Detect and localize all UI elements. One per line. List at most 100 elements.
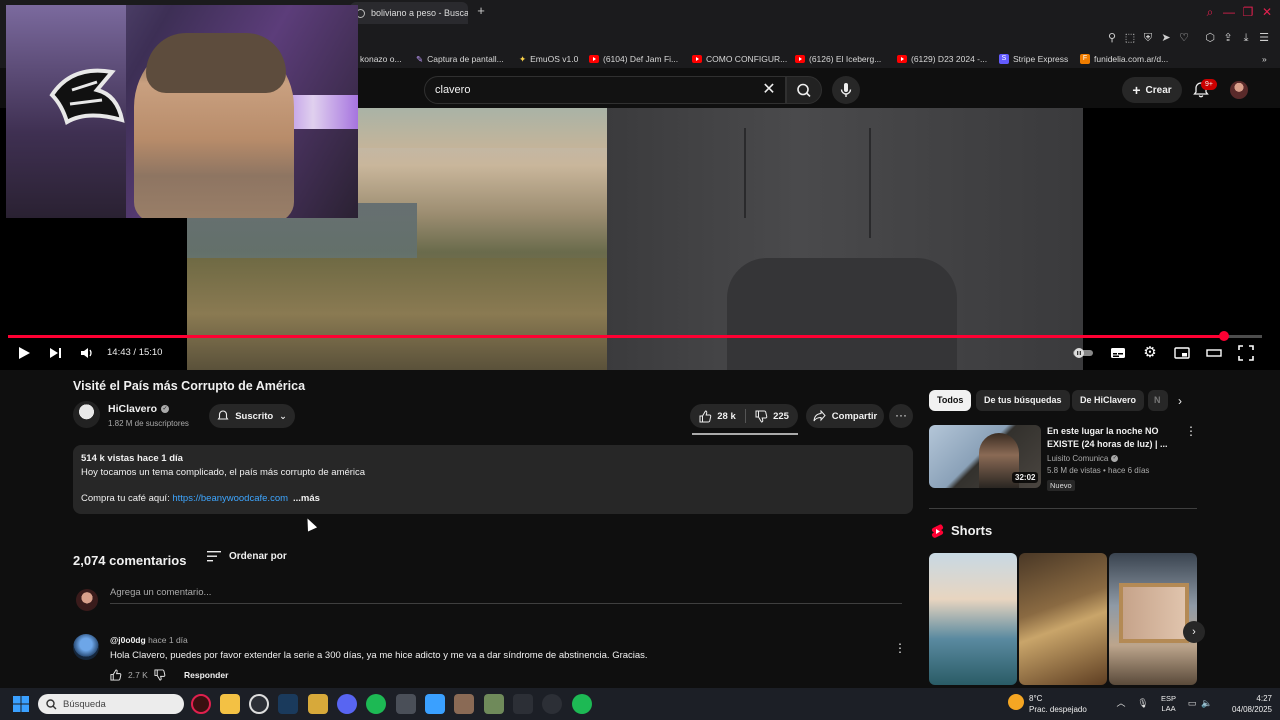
- add-comment-input[interactable]: Agrega un comentario...: [110, 586, 902, 604]
- notepad-icon[interactable]: [425, 694, 445, 714]
- microphone-icon[interactable]: 🎙: [1137, 697, 1149, 709]
- app-icon[interactable]: [513, 694, 533, 714]
- taskbar-search-input[interactable]: Búsqueda: [38, 694, 184, 714]
- like-ratio-bar: [692, 433, 798, 435]
- section-divider: [929, 508, 1197, 509]
- close-window-button[interactable]: ✕: [1260, 5, 1274, 19]
- weather-widget[interactable]: 8°C Prac. despejado: [1029, 693, 1087, 715]
- chip-all[interactable]: Todos: [929, 390, 972, 411]
- voice-search-button[interactable]: [832, 76, 860, 104]
- show-more-link[interactable]: ...más: [293, 493, 320, 504]
- bookmark-item[interactable]: COMO CONFIGUR...: [692, 52, 787, 66]
- extensions-icon[interactable]: ⬡: [1203, 31, 1217, 45]
- menu-icon[interactable]: ☰: [1257, 31, 1271, 45]
- file-explorer-icon[interactable]: [220, 694, 240, 714]
- bookmark-item[interactable]: ✎ Captura de pantall...: [416, 52, 504, 66]
- like-button[interactable]: 28 k: [690, 404, 745, 428]
- verified-icon: ✓: [161, 405, 170, 413]
- description-link[interactable]: https://beanywoodcafe.com: [172, 493, 288, 504]
- discord-icon[interactable]: [337, 694, 357, 714]
- bookmark-item[interactable]: Ffunidelia.com.ar/d...: [1080, 52, 1168, 66]
- screenshot-icon[interactable]: ⬚: [1123, 31, 1137, 45]
- app-icon[interactable]: [308, 694, 328, 714]
- video-duration: 32:02: [1012, 472, 1039, 483]
- sort-comments-button[interactable]: Ordenar por: [207, 551, 287, 562]
- bookmark-item[interactable]: (6126) El Iceberg...: [795, 52, 881, 66]
- recommended-menu-icon[interactable]: ⋮: [1184, 424, 1198, 440]
- user-avatar[interactable]: [1230, 81, 1248, 99]
- reply-button[interactable]: Responder: [184, 670, 228, 680]
- steam-icon[interactable]: [278, 694, 298, 714]
- system-clock[interactable]: 4:27 04/08/2025: [1218, 693, 1272, 715]
- app-icon[interactable]: [396, 694, 416, 714]
- comment-author[interactable]: @j0o0dg: [110, 635, 146, 645]
- maximize-button[interactable]: ❐: [1241, 5, 1255, 19]
- search-button[interactable]: [786, 76, 822, 104]
- network-icon[interactable]: ▭: [1186, 697, 1198, 709]
- progress-bar[interactable]: [8, 331, 1262, 341]
- chevron-up-icon[interactable]: ︿: [1115, 697, 1127, 709]
- notifications-badge: 9+: [1201, 79, 1217, 90]
- search-icon[interactable]: ⌕: [1203, 5, 1217, 19]
- language-indicator[interactable]: ESP LAA: [1161, 694, 1176, 714]
- thumbs-down-icon[interactable]: [154, 669, 166, 681]
- chevron-right-icon[interactable]: ›: [1183, 621, 1205, 643]
- chip-from-channel[interactable]: De HiClavero: [1072, 390, 1145, 411]
- volume-icon[interactable]: 🔈: [1201, 697, 1213, 709]
- bookmark-item[interactable]: S Stripe Express: [999, 52, 1068, 66]
- chip-from-searches[interactable]: De tus búsquedas: [976, 390, 1070, 411]
- game-icon[interactable]: [454, 694, 474, 714]
- app-icon[interactable]: [542, 694, 562, 714]
- next-icon[interactable]: [47, 345, 63, 361]
- dislike-button[interactable]: 225: [746, 404, 798, 428]
- create-button[interactable]: + Crear: [1122, 77, 1182, 103]
- short-thumbnail[interactable]: [1109, 553, 1197, 685]
- download-icon[interactable]: ⤓: [1239, 31, 1253, 45]
- pin-icon[interactable]: ⚲: [1105, 31, 1119, 45]
- short-thumbnail[interactable]: [929, 553, 1017, 685]
- thumbs-up-icon[interactable]: [110, 669, 122, 681]
- share-icon[interactable]: ⇪: [1221, 31, 1235, 45]
- heart-icon[interactable]: ♡: [1177, 31, 1191, 45]
- bookmark-item[interactable]: konazo o...: [360, 52, 402, 66]
- play-icon[interactable]: [16, 345, 32, 361]
- share-button[interactable]: Compartir: [806, 404, 884, 428]
- bookmark-item[interactable]: (6129) D23 2024 -...: [897, 52, 987, 66]
- theater-mode-icon[interactable]: [1206, 345, 1222, 361]
- bookmark-item[interactable]: ✦ EmuOS v1.0: [519, 52, 578, 66]
- miniplayer-icon[interactable]: [1174, 345, 1190, 361]
- game-icon[interactable]: [484, 694, 504, 714]
- send-icon[interactable]: ➤: [1159, 31, 1173, 45]
- settings-gear-icon[interactable]: ⚙: [1142, 345, 1158, 361]
- shield-icon[interactable]: ⛨: [1141, 31, 1155, 45]
- comment-menu-icon[interactable]: ⋮: [893, 640, 907, 656]
- short-thumbnail[interactable]: [1019, 553, 1107, 685]
- minimize-button[interactable]: —: [1222, 5, 1236, 19]
- volume-icon[interactable]: [79, 345, 95, 361]
- fullscreen-icon[interactable]: [1238, 345, 1254, 361]
- opera-gx-icon[interactable]: [191, 694, 211, 714]
- channel-avatar[interactable]: [73, 401, 100, 428]
- subtitles-icon[interactable]: [1110, 345, 1126, 361]
- clear-search-icon[interactable]: ✕: [760, 81, 778, 99]
- comment-author-avatar[interactable]: [73, 634, 99, 660]
- recommended-channel[interactable]: Luisito Comunica ✓: [1047, 454, 1119, 463]
- recommended-title[interactable]: En este lugar la noche NO EXISTE (24 hor…: [1047, 425, 1175, 451]
- new-badge: Nuevo: [1047, 480, 1075, 491]
- new-tab-button[interactable]: +: [474, 4, 488, 18]
- subscribed-button[interactable]: Suscrito ⌄: [209, 404, 295, 428]
- browser-tab[interactable]: boliviano a peso - Buscar: [350, 2, 468, 24]
- opera-icon[interactable]: [249, 694, 269, 714]
- spotify-icon[interactable]: [366, 694, 386, 714]
- channel-name[interactable]: HiClavero ✓: [108, 403, 170, 415]
- weather-icon[interactable]: [1008, 694, 1024, 710]
- chevron-right-icon[interactable]: ›: [1173, 394, 1187, 408]
- spotify-icon[interactable]: [572, 694, 592, 714]
- autoplay-toggle-icon[interactable]: [1071, 345, 1095, 361]
- windows-start-icon[interactable]: [13, 696, 29, 712]
- bookmarks-overflow-icon[interactable]: »: [1262, 52, 1267, 66]
- bookmark-item[interactable]: (6104) Def Jam Fi...: [589, 52, 678, 66]
- search-input[interactable]: clavero: [424, 76, 786, 104]
- chip-truncated[interactable]: N: [1148, 390, 1168, 411]
- more-actions-button[interactable]: ···: [889, 404, 913, 428]
